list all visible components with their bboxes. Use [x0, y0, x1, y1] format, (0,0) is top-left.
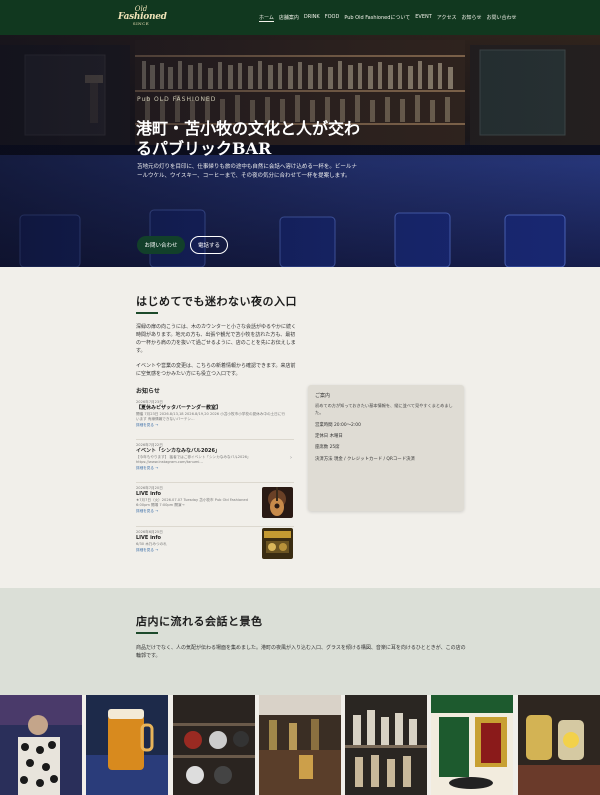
news-heading: お知らせ [136, 388, 160, 395]
title-rule [136, 632, 158, 634]
nav-store-info[interactable]: 店舗案内 [279, 14, 299, 22]
hero-kicker: Pub OLD FASHIONED [137, 96, 217, 103]
gallery-photo-bar-counter[interactable] [258, 695, 341, 795]
nav-news[interactable]: お知らせ [462, 14, 482, 22]
news-excerpt: 【今年もやります】 猛者ではご参イベント「シンカなみなバル2026」 https… [136, 455, 251, 464]
guitarist-image [0, 695, 82, 795]
gallery-photo-storefront[interactable] [431, 695, 514, 795]
bottles-image [345, 695, 428, 795]
info-card: ご案内 初めての方が知っておきたい基本情報を、縦に並べて見やすくまとめました。 … [308, 385, 464, 511]
beer-image [86, 695, 169, 795]
hero-title: 港町・苫小牧の文化と人が交わるパブリックBAR [136, 119, 361, 158]
news-item: 2026年6月25日 LIVE info 6/30 木乃みつのれ 詳細を見る → [136, 530, 260, 553]
live-flyer-image [262, 528, 293, 559]
logo-line3: SINCE [132, 21, 150, 26]
news-excerpt: ★7月7日（火）2026.07.07 Tuesday 苫小牧市 Pub Old … [136, 498, 248, 507]
news-more-link[interactable]: 詳細を見る → [136, 422, 294, 428]
info-card-description: 初めての方が知っておきたい基本情報を、縦に並べて見やすくまとめました。 [315, 403, 453, 415]
gallery-photo-shelf[interactable] [172, 695, 255, 795]
atmosphere-description: 商品だけでなく、人の気配が伝わる場面を集めました。港町の夜風が入り込む入口、グラ… [136, 645, 466, 659]
nav-about[interactable]: Pub Old Fashionedについて [344, 14, 410, 22]
nav-access[interactable]: アクセス [437, 14, 457, 22]
news-divider [136, 439, 294, 440]
intro-paragraph-1: 深緑の扉の向こうには、木のカウンターと小さな会話がゆるやかに続く時間があります。… [136, 324, 297, 354]
shelf-image [172, 695, 255, 795]
news-divider [136, 482, 294, 483]
news-title[interactable]: LIVE info [136, 535, 260, 542]
site-header: Old Fashioned SINCE ホーム 店舗案内 DRINK FOOD … [0, 0, 600, 35]
news-title[interactable]: LIVE info [136, 491, 260, 498]
gallery-photo-bottles[interactable] [345, 695, 428, 795]
main-nav: ホーム 店舗案内 DRINK FOOD Pub Old Fashionedについ… [259, 14, 516, 22]
call-button[interactable]: 電話する [190, 236, 228, 254]
info-card-heading: ご案内 [315, 393, 331, 399]
guitar-image [262, 487, 293, 518]
gallery-photo-guitarist[interactable] [0, 695, 82, 795]
hero-description: 苫地元の灯りを目印に、仕事帰りも旅の途中も自然に会話へ溶け込める一杯を。ビールナ… [137, 164, 357, 179]
news-more-link[interactable]: 詳細を見る → [136, 547, 260, 553]
nav-food[interactable]: FOOD [325, 14, 340, 22]
info-closed: 定休日 木曜日 [315, 434, 343, 439]
news-item: 2026年7月23日 【夏休みピザッタバーテンダー教室】 開催 7月23日 20… [136, 400, 294, 428]
nav-drink[interactable]: DRINK [304, 14, 320, 22]
nav-contact[interactable]: お問い合わせ [486, 14, 516, 22]
news-more-link[interactable]: 詳細を見る → [136, 508, 260, 514]
bar-counter-image [258, 695, 341, 795]
info-hours: 営業時間 20:00〜2:00 [315, 423, 361, 428]
news-title[interactable]: 【夏休みピザッタバーテンダー教室】 [136, 405, 294, 412]
jars-image [517, 695, 600, 795]
news-more-link[interactable]: 詳細を見る → [136, 465, 294, 471]
contact-button[interactable]: お問い合わせ [137, 236, 185, 254]
news-thumbnail-flyer[interactable] [262, 528, 293, 559]
info-seats: 座席数 25席 [315, 445, 340, 450]
atmosphere-title: 店内に流れる会話と景色 [136, 615, 263, 628]
nav-home[interactable]: ホーム [259, 14, 274, 22]
news-item: 2026年7月20日 LIVE info ★7月7日（火）2026.07.07 … [136, 486, 260, 514]
news-thumbnail-guitar[interactable] [262, 487, 293, 518]
gallery-photo-jars[interactable] [517, 695, 600, 795]
title-rule [136, 312, 158, 314]
intro-title: はじめてでも迷わない夜の入口 [136, 295, 297, 308]
news-divider [136, 526, 294, 527]
news-title[interactable]: イベント「シンカなみなバル2026」 [136, 448, 294, 455]
gallery-photo-beer[interactable] [86, 695, 169, 795]
info-payment: 決済方法 現金 / クレジットカード / QRコード決済 [315, 457, 415, 462]
storefront-image [431, 695, 514, 795]
chevron-right-icon[interactable]: › [290, 455, 292, 461]
site-logo[interactable]: Old Fashioned SINCE [118, 6, 167, 28]
news-item: 2026年7月22日 イベント「シンカなみなバル2026」 【今年もやります】 … [136, 443, 294, 471]
atmosphere-section [0, 588, 600, 695]
nav-event[interactable]: EVENT [415, 14, 432, 22]
news-excerpt: 開催 7月23日 2026.8/13,18 2026.8/19,20 2026 … [136, 412, 285, 421]
intro-paragraph-2: イベントや営業の変更は、こちらの新着情報から確認できます。来店前に空気感をつかみ… [136, 363, 296, 377]
photo-gallery [0, 695, 600, 795]
